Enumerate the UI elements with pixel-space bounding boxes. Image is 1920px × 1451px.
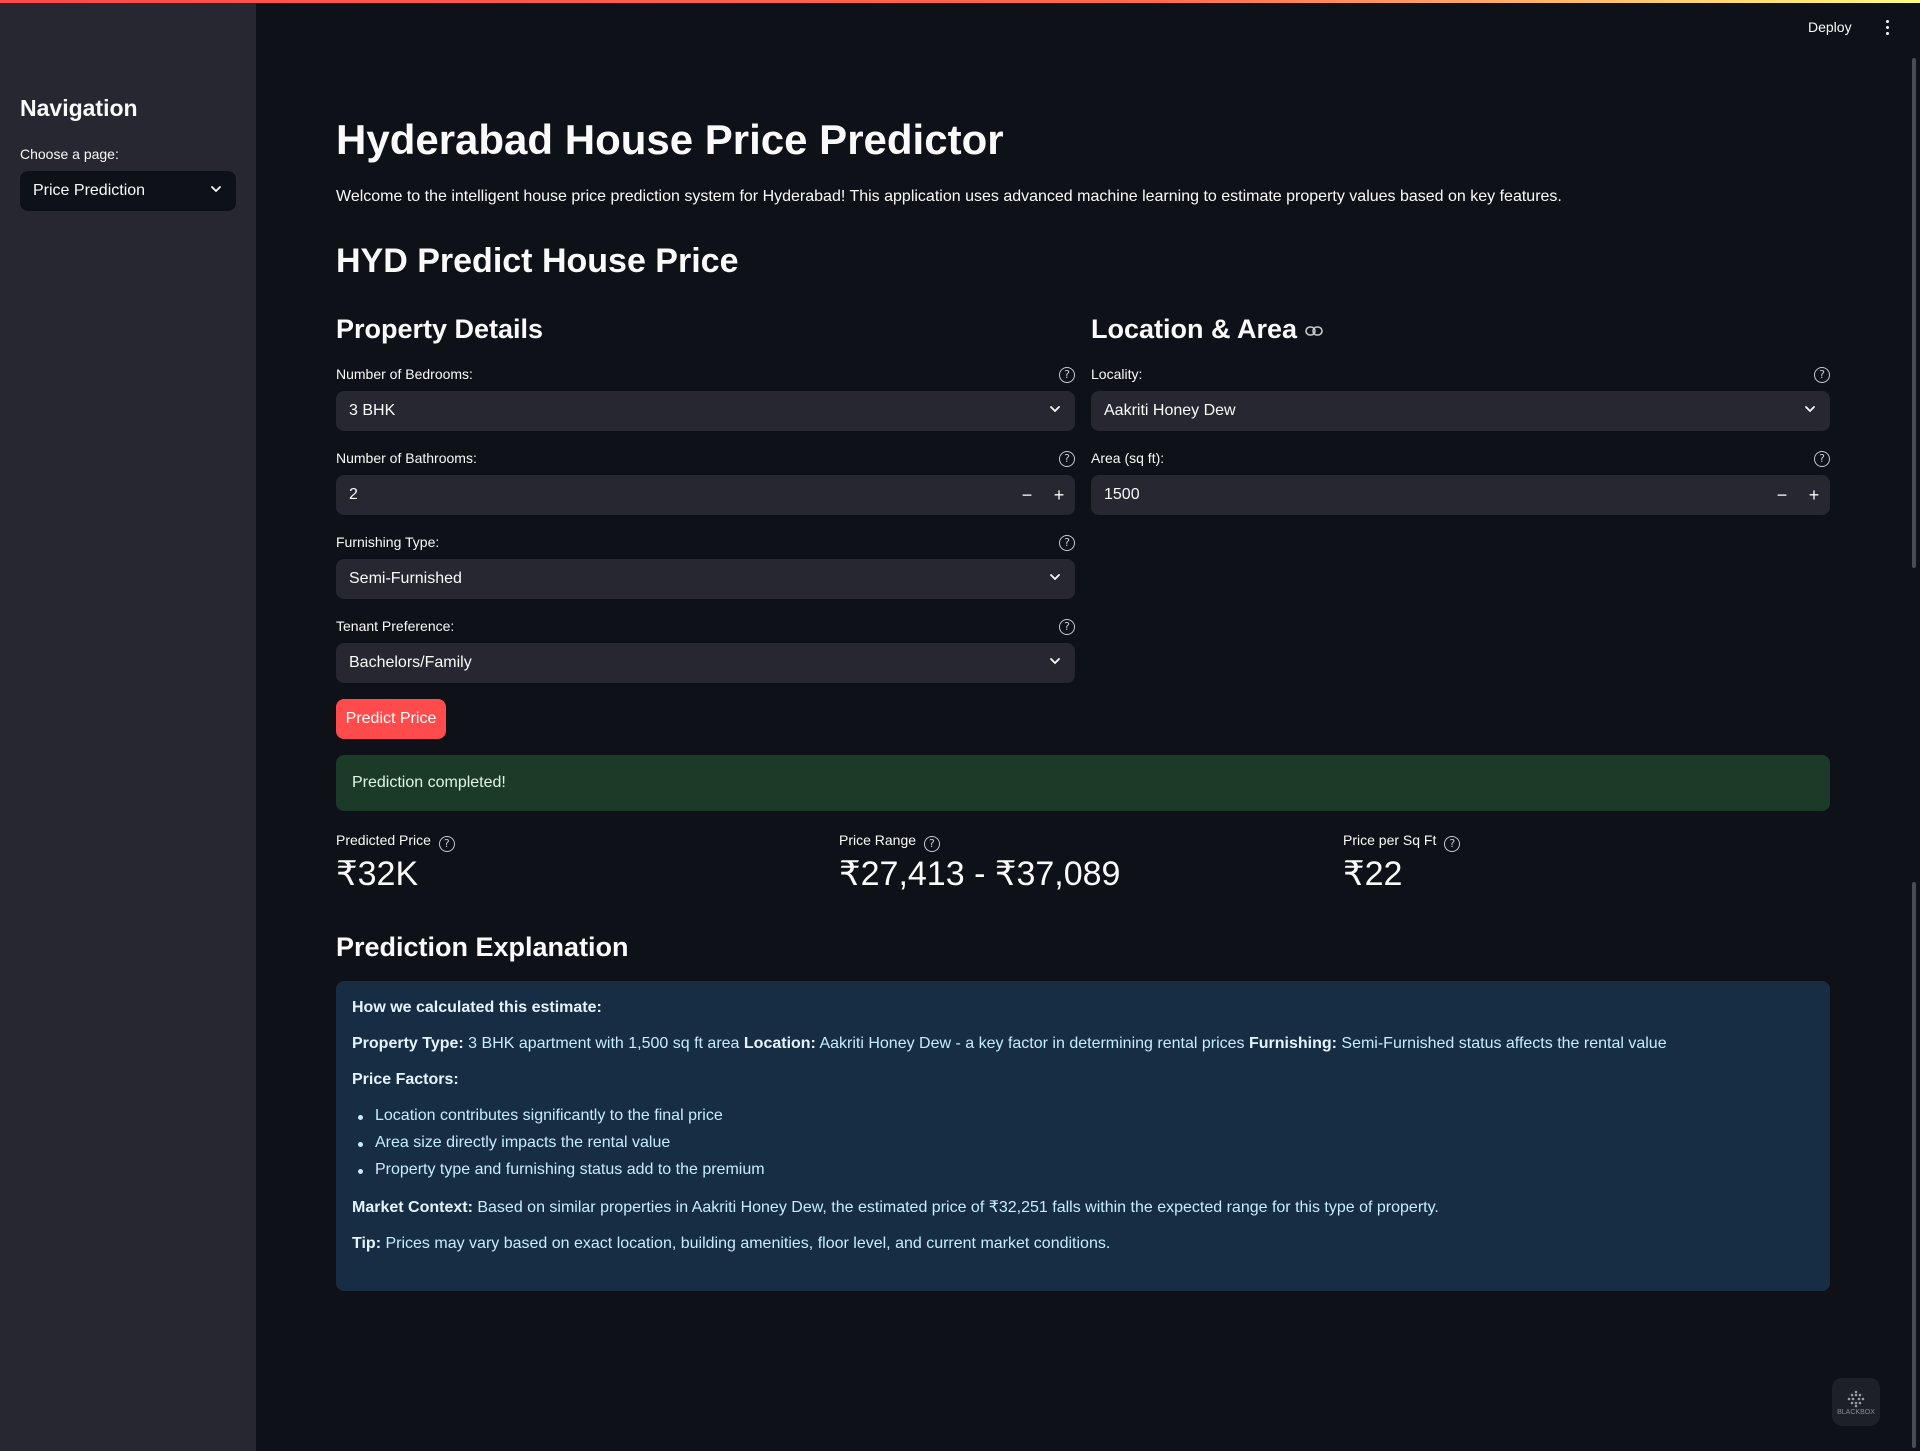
link-icon[interactable]	[1305, 325, 1323, 337]
market-context: Market Context: Based on similar propert…	[352, 1197, 1814, 1217]
decrement-button[interactable]: −	[1766, 475, 1798, 515]
property-type-text: 3 BHK apartment with 1,500 sq ft area	[463, 1035, 744, 1052]
tip: Tip: Prices may vary based on exact loca…	[352, 1235, 1814, 1253]
help-icon[interactable]: ?	[1059, 535, 1075, 551]
predicted-price-value: ₹32K	[336, 855, 419, 893]
furnishing-key: Furnishing:	[1248, 1035, 1337, 1052]
bedrooms-label: Number of Bedrooms:	[336, 366, 473, 382]
prediction-explanation-heading: Prediction Explanation	[336, 932, 629, 962]
price-range-value: ₹27,413 - ₹37,089	[839, 855, 1121, 893]
price-per-sqft-metric-label: Price per Sq Ft ?	[1343, 832, 1461, 852]
bedrooms-value: 3 BHK	[349, 402, 396, 419]
market-context-key: Market Context:	[352, 1199, 473, 1216]
price-range-metric-label: Price Range ?	[839, 832, 940, 852]
help-icon[interactable]: ?	[1059, 451, 1075, 467]
price-per-sqft-value: ₹22	[1343, 855, 1403, 893]
intro-text: Welcome to the intelligent house price p…	[336, 188, 1562, 205]
market-context-text: Based on similar properties in Aakriti H…	[472, 1199, 1439, 1216]
location-key: Location:	[743, 1035, 816, 1052]
tenant-label: Tenant Preference:	[336, 618, 455, 634]
price-per-sqft-label-text: Price per Sq Ft	[1343, 832, 1437, 848]
success-alert: Prediction completed!	[336, 755, 1830, 811]
how-calculated-title: How we calculated this estimate:	[352, 999, 602, 1016]
furnishing-select[interactable]: Semi-Furnished	[336, 559, 1075, 599]
increment-button[interactable]: +	[1043, 475, 1075, 515]
location-area-heading: Location & Area	[1091, 314, 1323, 345]
furnishing-value: Semi-Furnished	[349, 570, 462, 587]
tenant-select[interactable]: Bachelors/Family	[336, 643, 1075, 683]
blackbox-badge[interactable]: BLACKBOX	[1832, 1378, 1880, 1426]
locality-label: Locality:	[1091, 366, 1143, 382]
section-title: HYD Predict House Price	[336, 242, 739, 280]
help-icon[interactable]: ?	[438, 836, 455, 852]
deploy-button[interactable]: Deploy	[1808, 19, 1852, 35]
blackbox-logo-icon	[1847, 1390, 1865, 1407]
increment-button[interactable]: +	[1798, 475, 1830, 515]
page-select-label: Choose a page:	[20, 146, 119, 162]
property-summary: Property Type: 3 BHK apartment with 1,50…	[352, 1035, 1814, 1053]
help-icon[interactable]: ?	[923, 836, 940, 852]
area-input[interactable]: 1500 − +	[1091, 475, 1830, 515]
sidebar-title: Navigation	[20, 95, 138, 121]
scrollbar-track-lower[interactable]	[1912, 882, 1916, 1448]
chevron-down-icon	[1050, 658, 1060, 665]
price-factors: Price Factors:	[352, 1071, 1814, 1089]
property-type-key: Property Type:	[352, 1035, 464, 1052]
sidebar: Navigation Choose a page: Price Predicti…	[0, 3, 256, 1451]
bathrooms-input[interactable]: 2 − +	[336, 475, 1075, 515]
tip-text: Prices may vary based on exact location,…	[381, 1235, 1111, 1252]
locality-value: Aakriti Honey Dew	[1104, 402, 1236, 419]
predict-price-button[interactable]: Predict Price	[336, 699, 446, 739]
location-area-heading-text: Location & Area	[1091, 314, 1298, 344]
tip-key: Tip:	[352, 1235, 382, 1252]
explanation-info-box: How we calculated this estimate: Propert…	[336, 981, 1830, 1291]
list-item: Area size directly impacts the rental va…	[352, 1134, 1814, 1152]
location-text: Aakriti Honey Dew - a key factor in dete…	[815, 1035, 1249, 1052]
price-range-label-text: Price Range	[839, 832, 917, 848]
page-select-value: Price Prediction	[33, 182, 146, 199]
chevron-down-icon	[1805, 406, 1815, 413]
page-select[interactable]: Price Prediction	[20, 171, 236, 211]
price-factors-title: Price Factors:	[352, 1071, 459, 1088]
bedrooms-select[interactable]: 3 BHK	[336, 391, 1075, 431]
price-factors-list: Location contributes significantly to th…	[352, 1107, 1814, 1179]
furnishing-label: Furnishing Type:	[336, 534, 440, 550]
list-item: Property type and furnishing status add …	[352, 1161, 1814, 1179]
furnishing-text: Semi-Furnished status affects the rental…	[1336, 1035, 1667, 1052]
blackbox-label: BLACKBOX	[1837, 1408, 1875, 1416]
scrollbar-thumb[interactable]	[1912, 58, 1916, 568]
help-icon[interactable]: ?	[1444, 836, 1461, 852]
locality-select[interactable]: Aakriti Honey Dew	[1091, 391, 1830, 431]
help-icon[interactable]: ?	[1814, 451, 1830, 467]
predicted-price-metric-label: Predicted Price ?	[336, 832, 455, 852]
bathrooms-value: 2	[349, 486, 358, 503]
chevron-down-icon	[1050, 574, 1060, 581]
predicted-price-label-text: Predicted Price	[336, 832, 431, 848]
list-item: Location contributes significantly to th…	[352, 1107, 1814, 1125]
chevron-down-icon	[211, 186, 221, 193]
help-icon[interactable]: ?	[1059, 367, 1075, 383]
top-decoration-bar	[0, 0, 1920, 3]
help-icon[interactable]: ?	[1814, 367, 1830, 383]
main-menu-icon[interactable]	[1884, 20, 1890, 38]
chevron-down-icon	[1050, 406, 1060, 413]
area-label: Area (sq ft):	[1091, 450, 1165, 466]
area-value: 1500	[1104, 486, 1140, 503]
bathrooms-label: Number of Bathrooms:	[336, 450, 477, 466]
property-details-heading: Property Details	[336, 314, 544, 344]
page-title: Hyderabad House Price Predictor	[336, 116, 1004, 163]
how-calculated: How we calculated this estimate:	[352, 999, 1814, 1017]
tenant-value: Bachelors/Family	[349, 654, 472, 671]
help-icon[interactable]: ?	[1059, 619, 1075, 635]
decrement-button[interactable]: −	[1011, 475, 1043, 515]
